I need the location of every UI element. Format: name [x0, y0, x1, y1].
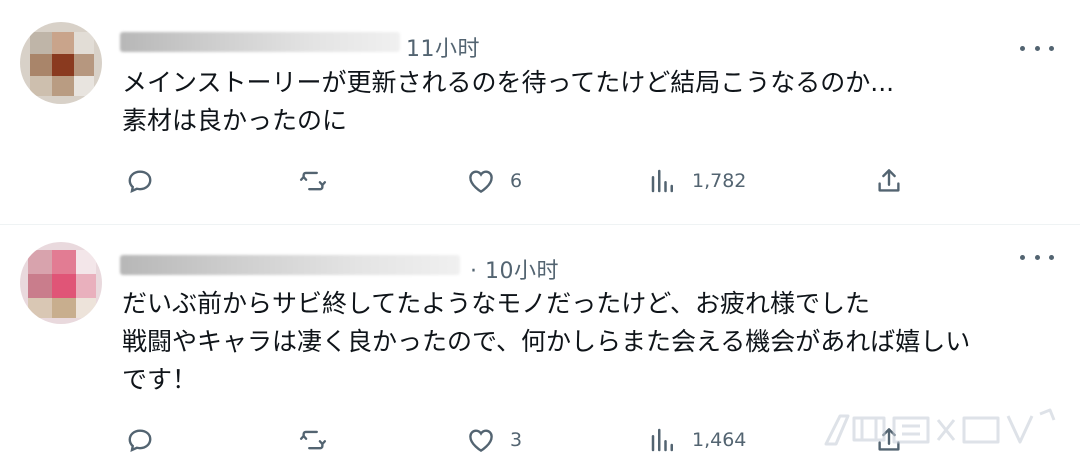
heart-icon — [469, 429, 493, 453]
post-text: だいぶ前からサビ終してたようなモノだったけど、お疲れ様でした 戦闘やキャラは凄く… — [122, 289, 971, 394]
views-button[interactable]: 1,464 — [648, 420, 746, 460]
action-bar: 6 1,782 — [0, 161, 1080, 201]
avatar[interactable] — [20, 242, 102, 324]
views-icon — [651, 428, 673, 452]
reply-icon — [128, 170, 152, 194]
blurred-username[interactable] — [120, 32, 400, 52]
post[interactable]: · 10小时 だいぶ前からサビ終してたようなモノだったけど、お疲れ様でした 戦闘… — [0, 224, 1080, 462]
like-count: 3 — [510, 429, 523, 451]
repost-button[interactable] — [298, 161, 342, 201]
watermark-logo — [824, 408, 1056, 446]
repost-icon — [299, 171, 327, 191]
reply-button[interactable] — [125, 420, 169, 460]
views-icon — [651, 169, 673, 193]
reply-icon — [128, 429, 152, 453]
reply-button[interactable] — [125, 161, 169, 201]
post-text: メインストーリーが更新されるのを待ってたけど結局こうなるのか... 素材は良かっ… — [122, 68, 895, 135]
more-icon[interactable] — [1020, 248, 1054, 266]
repost-icon — [299, 430, 327, 450]
post-timestamp[interactable]: · 10小时 — [470, 253, 559, 285]
more-icon[interactable] — [1020, 39, 1054, 57]
views-count: 1,782 — [692, 170, 747, 192]
views-count: 1,464 — [692, 429, 747, 451]
post-timestamp[interactable]: 11小时 — [406, 31, 480, 63]
like-button[interactable]: 3 — [466, 420, 522, 460]
blurred-username[interactable] — [120, 255, 460, 275]
like-count: 6 — [510, 170, 523, 192]
repost-button[interactable] — [298, 420, 342, 460]
views-button[interactable]: 1,782 — [648, 161, 746, 201]
share-icon — [878, 169, 900, 192]
heart-icon — [469, 170, 493, 194]
like-button[interactable]: 6 — [466, 161, 522, 201]
avatar[interactable] — [20, 22, 102, 104]
post[interactable]: 11小时 メインストーリーが更新されるのを待ってたけど結局こうなるのか... 素… — [0, 0, 1080, 225]
share-button[interactable] — [874, 161, 904, 201]
